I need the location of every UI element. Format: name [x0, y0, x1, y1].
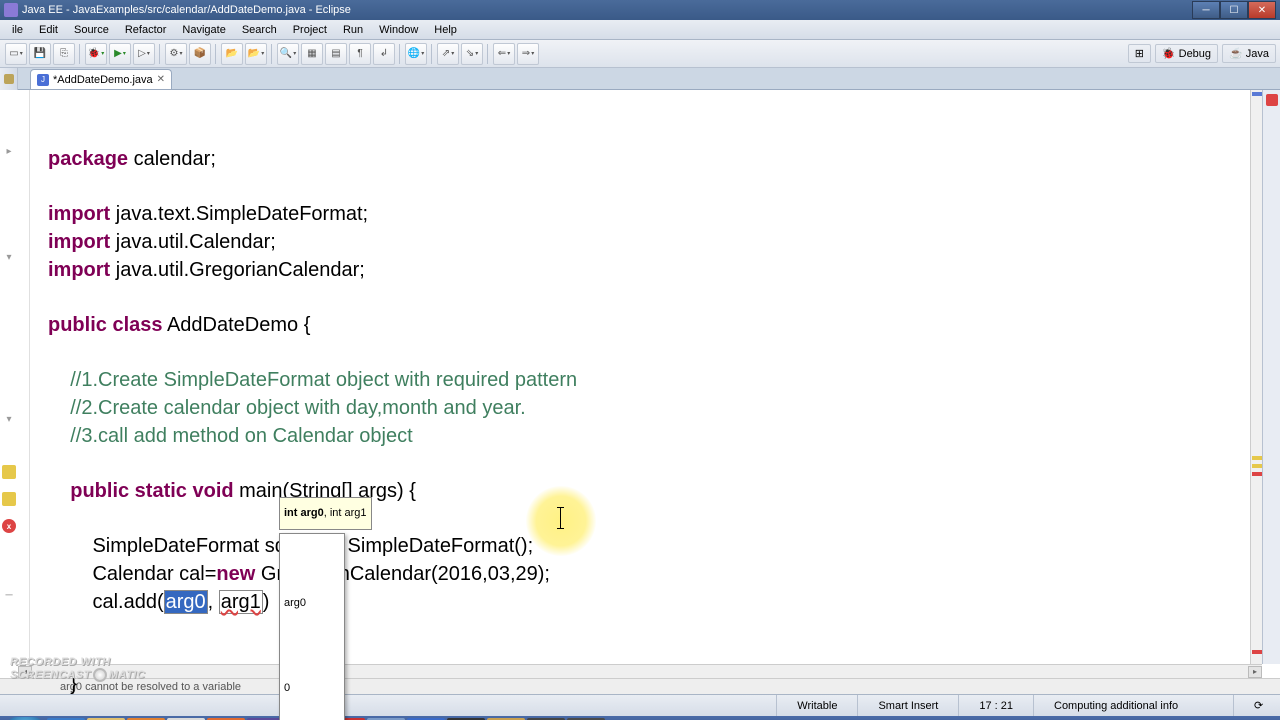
menu-project[interactable]: Project — [285, 22, 335, 38]
scroll-right-button[interactable]: ▸ — [1248, 666, 1262, 678]
window-title: Java EE - JavaExamples/src/calendar/AddD… — [22, 4, 351, 16]
text-cursor — [560, 507, 561, 529]
new-server-button[interactable]: ⚙ — [165, 43, 187, 65]
web-browser-button[interactable]: 🌐 — [405, 43, 427, 65]
forward-button[interactable]: ⇒ — [517, 43, 539, 65]
menu-edit[interactable]: Edit — [31, 22, 66, 38]
prev-annotation-button[interactable]: ⇘ — [461, 43, 483, 65]
minimized-view-icon[interactable] — [1266, 94, 1278, 106]
run-button[interactable]: ▶ — [109, 43, 131, 65]
screencast-watermark: RECORDED WITH SCREENCASTMATIC — [10, 656, 145, 682]
debug-button[interactable]: 🐞 — [85, 43, 107, 65]
right-trim-stack[interactable] — [1262, 90, 1280, 664]
status-bar: Writable Smart Insert 17 : 21 Computing … — [0, 694, 1280, 716]
app-icon — [4, 3, 18, 17]
save-all-button[interactable]: ⎘ — [53, 43, 75, 65]
fold-end-icon: ─ — [2, 588, 16, 602]
open-type-button[interactable]: 📂 — [221, 43, 243, 65]
save-button[interactable]: 💾 — [29, 43, 51, 65]
fold-toggle-icon[interactable]: ▾ — [2, 250, 16, 264]
back-button[interactable]: ⇐ — [493, 43, 515, 65]
menu-source[interactable]: Source — [66, 22, 117, 38]
problem-text: arg0 cannot be resolved to a variable — [60, 681, 241, 693]
problem-hint-bar: arg0 cannot be resolved to a variable — [0, 678, 1280, 694]
tab-label: *AddDateDemo.java — [53, 74, 153, 86]
arg1-placeholder[interactable]: arg1 — [219, 590, 263, 614]
overview-ruler[interactable] — [1250, 90, 1262, 664]
menu-help[interactable]: Help — [426, 22, 465, 38]
fold-toggle-icon[interactable]: ▾ — [2, 412, 16, 426]
status-job: Computing additional info — [1033, 695, 1233, 716]
main-toolbar: ▭ 💾 ⎘ 🐞 ▶ ▷ ⚙ 📦 📂 📂 🔍 ▦ ▤ ¶ ↲ 🌐 ⇗ ⇘ ⇐ ⇒ … — [0, 40, 1280, 68]
recording-highlight — [526, 486, 596, 556]
close-button[interactable]: ✕ — [1248, 1, 1276, 19]
editor-area: ▸ ▾ ▾ x ─ package calendar; import java.… — [0, 90, 1280, 664]
window-titlebar: Java EE - JavaExamples/src/calendar/AddD… — [0, 0, 1280, 20]
show-whitespace-button[interactable]: ¶ — [349, 43, 371, 65]
status-insert-mode: Smart Insert — [857, 695, 958, 716]
close-tab-icon[interactable]: ✕ — [157, 74, 165, 85]
status-progress-icon[interactable]: ⟳ — [1233, 695, 1274, 716]
menu-refactor[interactable]: Refactor — [117, 22, 175, 38]
editor-hscrollbar[interactable]: ◂ ▸ — [18, 664, 1262, 678]
warning-icon[interactable] — [2, 492, 16, 506]
windows-taskbar: e ▭ ▣ ◉ ◐ ◉ ▪ A ▭ W ✦ ✎ ⊙ ▤ ▴ 7:46 AM — [0, 716, 1280, 720]
toggle-word-wrap-button[interactable]: ↲ — [373, 43, 395, 65]
menu-bar: ile Edit Source Refactor Navigate Search… — [0, 20, 1280, 40]
gutter[interactable]: ▸ ▾ ▾ x ─ — [0, 90, 30, 664]
completion-item[interactable]: arg0 — [280, 588, 344, 619]
selected-arg0[interactable]: arg0 — [164, 590, 208, 614]
debug-perspective[interactable]: 🐞 Debug — [1155, 44, 1218, 63]
status-writable: Writable — [776, 695, 857, 716]
menu-search[interactable]: Search — [234, 22, 285, 38]
open-task-button[interactable]: 📂 — [245, 43, 267, 65]
next-annotation-button[interactable]: ⇗ — [437, 43, 459, 65]
minimize-button[interactable]: ─ — [1192, 1, 1220, 19]
new-package-button[interactable]: 📦 — [189, 43, 211, 65]
toggle-block-button[interactable]: ▤ — [325, 43, 347, 65]
menu-navigate[interactable]: Navigate — [174, 22, 233, 38]
maximize-button[interactable]: ☐ — [1220, 1, 1248, 19]
editor-tabrow: J *AddDateDemo.java ✕ — [0, 68, 1280, 90]
status-cursor-pos: 17 : 21 — [958, 695, 1033, 716]
java-perspective[interactable]: ☕ Java — [1222, 44, 1276, 63]
toggle-mark-button[interactable]: ▦ — [301, 43, 323, 65]
open-perspective-button[interactable]: ⊞ — [1128, 44, 1151, 63]
new-button[interactable]: ▭ — [5, 43, 27, 65]
editor-tab-adddatedemo[interactable]: J *AddDateDemo.java ✕ — [30, 69, 172, 89]
parameter-hint-tooltip: int arg0, int arg1 — [279, 497, 372, 530]
fold-toggle-icon[interactable]: ▸ — [2, 144, 16, 158]
completion-item[interactable]: 0 — [280, 673, 344, 704]
code-editor[interactable]: package calendar; import java.text.Simpl… — [30, 90, 1262, 664]
menu-window[interactable]: Window — [371, 22, 426, 38]
java-file-icon: J — [37, 74, 49, 86]
warning-icon[interactable] — [2, 465, 16, 479]
search-button[interactable]: 🔍 — [277, 43, 299, 65]
run-last-button[interactable]: ▷ — [133, 43, 155, 65]
screencast-logo-icon — [93, 668, 107, 682]
error-icon[interactable]: x — [2, 519, 16, 533]
completion-popup[interactable]: arg0 0 — [279, 533, 345, 720]
menu-run[interactable]: Run — [335, 22, 371, 38]
menu-file[interactable]: ile — [4, 22, 31, 38]
